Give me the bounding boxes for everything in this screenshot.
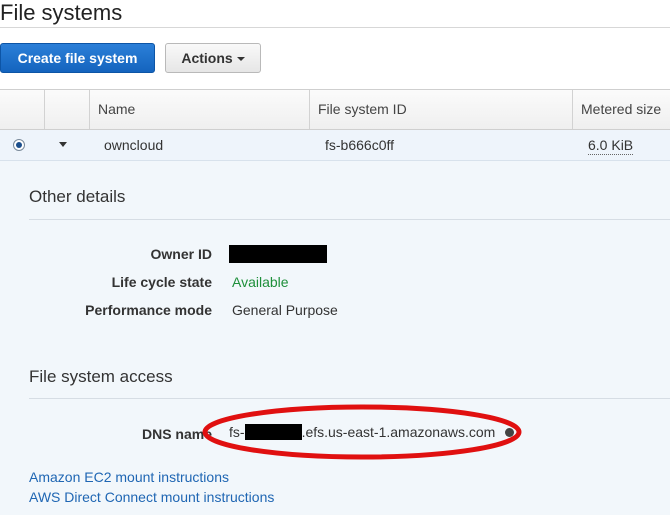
section-divider [29,219,670,220]
title-divider [0,27,670,28]
table-header: Name File system ID Metered size [0,89,670,130]
column-divider [44,90,45,129]
owner-id-label: Owner ID [150,246,212,262]
row-select-radio[interactable] [13,139,25,151]
row-name: owncloud [104,137,164,153]
life-cycle-label: Life cycle state [111,274,212,290]
details-panel [0,161,670,515]
expand-caret-icon[interactable] [59,142,67,147]
dns-redacted [244,424,302,440]
performance-mode-label: Performance mode [85,302,212,318]
dns-suffix: .efs.us-east-1.amazonaws.com [301,424,496,440]
row-metered-size[interactable]: 6.0 KiB [588,137,634,155]
column-header-file-system-id[interactable]: File system ID [309,90,572,129]
life-cycle-value: Available [232,274,289,290]
create-file-system-button[interactable]: Create file system [0,43,155,73]
table-row[interactable]: owncloud fs-b666c0ff 6.0 KiB [0,130,670,161]
actions-dropdown-button[interactable]: Actions [165,43,261,73]
section-divider [29,398,670,399]
create-file-system-label: Create file system [17,50,138,66]
direct-connect-mount-instructions-link[interactable]: AWS Direct Connect mount instructions [29,489,274,505]
actions-label: Actions [181,50,233,66]
column-header-metered-size[interactable]: Metered size [572,90,670,129]
page-title: File systems [0,0,123,25]
column-header-name[interactable]: Name [89,90,309,129]
chevron-down-icon [236,57,245,61]
dns-name-value: fs- .efs.us-east-1.amazonaws.com [229,424,495,440]
owner-id-redacted [229,245,327,263]
ec2-mount-instructions-link[interactable]: Amazon EC2 mount instructions [29,469,229,485]
other-details-title: Other details [29,187,126,206]
performance-mode-value: General Purpose [232,302,338,318]
dns-name-label: DNS name [141,426,212,442]
file-system-access-title: File system access [29,367,173,386]
copy-icon[interactable] [505,428,514,437]
row-file-system-id: fs-b666c0ff [325,137,395,153]
dns-prefix: fs- [229,424,245,440]
